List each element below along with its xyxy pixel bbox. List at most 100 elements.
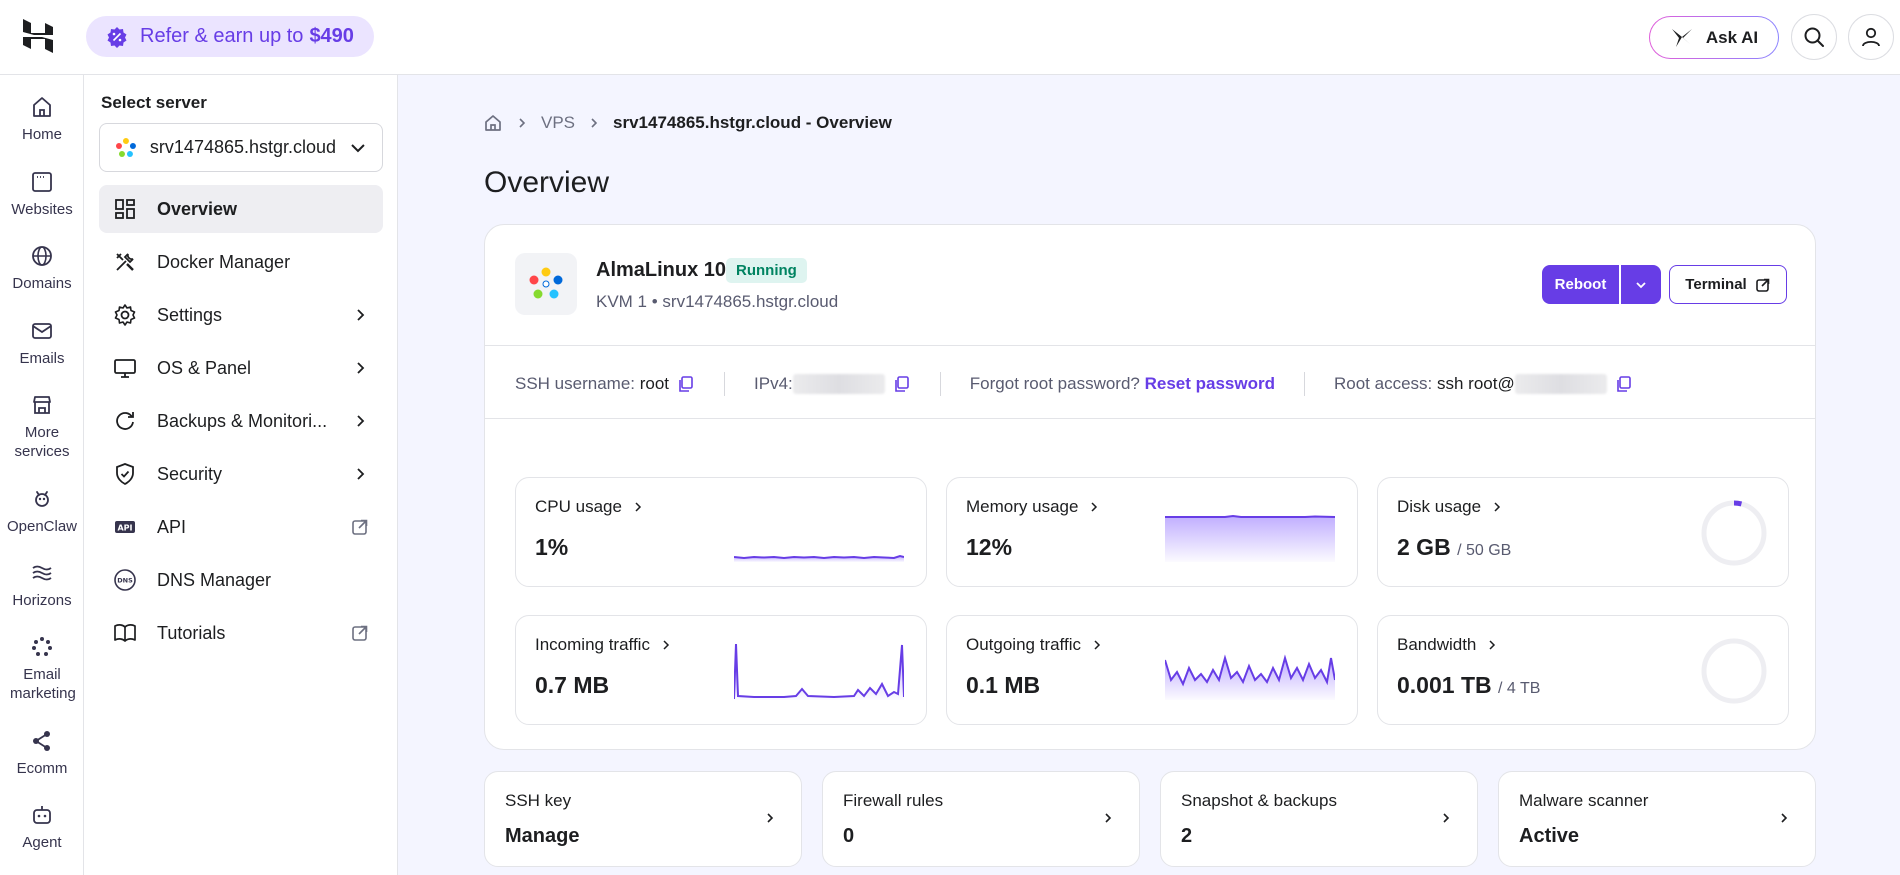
search-button[interactable] [1791,14,1837,60]
main-nav-rail: Home Websites Domains Emails More servic… [0,75,84,875]
sidebar-item-settings[interactable]: Settings [99,291,383,339]
rail-item-agent[interactable]: Agent [0,803,84,852]
ssh-key-card[interactable]: SSH key Manage [484,771,802,867]
mail-icon [32,323,52,339]
rail-item-horizons[interactable]: Horizons [0,561,84,610]
rail-item-home[interactable]: Home [0,95,84,144]
firewall-rules-card[interactable]: Firewall rules 0 [822,771,1140,867]
copy-icon[interactable] [1615,375,1633,393]
mini-card-value: 0 [843,825,855,847]
breadcrumb-vps[interactable]: VPS [541,113,575,133]
sidebar-item-label: Overview [157,198,238,219]
sidebar-item-security[interactable]: Security [99,450,383,498]
server-overview-card: AlmaLinux 10 Running KVM 1 • srv1474865.… [484,224,1816,750]
refer-earn-button[interactable]: Refer & earn up to $490 [86,16,374,57]
rail-item-websites[interactable]: Websites [0,170,84,219]
os-name: AlmaLinux 10 [596,259,727,281]
rail-label: More services [14,424,70,460]
rail-item-ecomm[interactable]: Ecomm [0,729,84,778]
sidebar-item-dns-manager[interactable]: DNS DNS Manager [99,556,383,604]
ssh-username-label: SSH username: [515,374,635,393]
rail-label: Emails [19,350,65,367]
chevron-right-icon [357,468,365,480]
separator [724,372,726,396]
copy-icon[interactable] [677,375,695,393]
chevron-right-icon [767,813,774,823]
forgot-password-label: Forgot root password? [969,374,1140,393]
bandwidth-total: / 4 TB [1498,680,1541,697]
reboot-button[interactable]: Reboot [1542,265,1619,304]
hostinger-logo[interactable] [20,18,56,54]
browser-window-icon [32,172,52,192]
sparkle-icon [1671,28,1692,47]
sidebar-item-label: OS & Panel [157,357,252,378]
separator [939,372,941,396]
incoming-traffic-value: 0.7 MB [535,672,610,698]
incoming-traffic-card[interactable]: Incoming traffic 0.7 MB [515,615,927,725]
dns-icon: DNS [114,569,136,591]
rail-item-more-services[interactable]: More services [0,393,84,461]
top-bar: Refer & earn up to $490 Ask AI [0,0,1900,75]
disk-usage-label: Disk usage [1397,497,1482,516]
terminal-button[interactable]: Terminal [1669,265,1787,304]
refresh-icon [116,412,134,430]
sidebar-item-tutorials[interactable]: Tutorials [99,609,383,657]
sidebar-item-label: API [157,516,187,537]
rail-label: OpenClaw [6,518,78,535]
outgoing-traffic-sparkline [1165,654,1335,700]
sidebar-item-docker-manager[interactable]: Docker Manager [99,238,383,286]
rail-item-domains[interactable]: Domains [0,244,84,293]
external-link-icon [352,519,368,535]
home-icon[interactable] [483,113,503,133]
rail-item-openclaw[interactable]: OpenClaw [0,487,84,536]
chevron-right-icon [357,362,365,374]
reboot-options-button[interactable] [1621,265,1661,304]
memory-usage-card[interactable]: Memory usage 12% [946,477,1358,587]
almalinux-logo-icon [529,267,563,299]
chevron-down-icon [1636,281,1646,288]
ask-ai-button[interactable]: Ask AI [1649,16,1779,59]
disk-usage-total: / 50 GB [1457,542,1512,559]
mini-card-value: Active [1519,825,1580,847]
outgoing-traffic-card[interactable]: Outgoing traffic 0.1 MB [946,615,1358,725]
snapshot-backups-card[interactable]: Snapshot & backups 2 [1160,771,1478,867]
home-icon [33,97,51,117]
cpu-usage-card[interactable]: CPU usage 1% [515,477,927,587]
sidebar-item-os-panel[interactable]: OS & Panel [99,344,383,392]
memory-usage-sparkline [1165,514,1335,562]
disk-usage-card[interactable]: Disk usage 2 GB / 50 GB [1377,477,1789,587]
divider [485,418,1815,419]
almalinux-icon [115,137,136,157]
server-select[interactable]: srv1474865.hstgr.cloud [99,123,383,172]
rail-item-email-marketing[interactable]: Email marketing [0,635,84,703]
discount-badge-icon [107,26,127,48]
bandwidth-card[interactable]: Bandwidth 0.001 TB / 4 TB [1377,615,1789,725]
malware-scanner-card[interactable]: Malware scanner Active [1498,771,1816,867]
breadcrumb-current: srv1474865.hstgr.cloud - Overview [613,113,892,132]
chevron-right-icon [1494,502,1501,512]
disk-usage-ring [1701,500,1767,566]
ssh-username-value: root [639,374,670,393]
sidebar-item-label: Security [157,463,223,484]
account-button[interactable] [1848,14,1894,60]
cpu-usage-sparkline [734,554,904,562]
outgoing-traffic-value: 0.1 MB [966,672,1041,698]
bandwidth-ring [1701,638,1767,704]
user-icon [1862,27,1880,47]
disk-usage-value: 2 GB [1397,534,1451,560]
sidebar-item-label: Docker Manager [157,251,291,272]
divider [485,345,1815,346]
mini-card-label: Snapshot & backups [1181,791,1337,810]
sidebar-item-overview[interactable]: Overview [99,185,383,233]
chevron-down-icon [351,143,365,152]
memory-usage-value: 12% [966,534,1013,560]
sidebar-item-backups-monitoring[interactable]: Backups & Monitori... [99,397,383,445]
sidebar-item-label: Settings [157,304,223,325]
copy-icon[interactable] [893,375,911,393]
ipv4-value-redacted [792,374,885,394]
access-info-row: SSH username: root IPv4: Forgot root pas… [515,372,1633,396]
agent-icon [33,806,51,824]
reset-password-link[interactable]: Reset password [1145,374,1275,394]
rail-item-emails[interactable]: Emails [0,319,84,368]
sidebar-item-api[interactable]: API API [99,503,383,551]
